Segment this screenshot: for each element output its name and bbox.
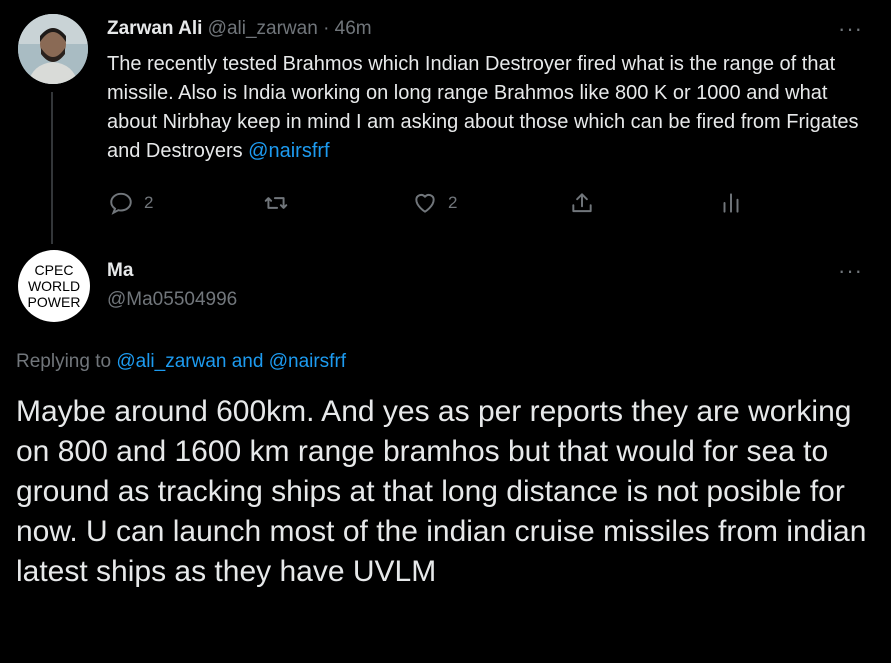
retweet-icon — [264, 197, 288, 209]
like-button[interactable]: 2 — [412, 190, 457, 216]
avatar-zarwan-ali[interactable] — [18, 14, 88, 84]
tweet1-body: The recently tested Brahmos which Indian… — [107, 53, 859, 162]
avatar-text-line3: POWER — [27, 294, 81, 310]
timestamp[interactable]: 46m — [335, 18, 372, 39]
reply-button[interactable]: 2 — [108, 190, 153, 216]
thread-line — [51, 92, 53, 244]
author-name[interactable]: Zarwan Ali — [107, 18, 202, 39]
author-name[interactable]: Ma — [107, 260, 133, 282]
more-icon: ··· — [838, 258, 863, 283]
avatar-ma[interactable]: CPEC WORLD POWER — [18, 250, 90, 322]
author-handle[interactable]: @Ma05504996 — [107, 289, 237, 311]
more-options-button[interactable]: ··· — [838, 16, 863, 42]
tweet2-text: Maybe around 600km. And yes as per repor… — [16, 395, 867, 588]
analytics-icon — [723, 193, 739, 213]
more-icon: ··· — [838, 16, 863, 41]
more-options-button[interactable]: ··· — [838, 258, 863, 284]
heart-icon — [415, 193, 435, 213]
replying-to: Replying to @ali_zarwan and @nairsfrf — [16, 351, 346, 373]
tweet1-header: Zarwan Ali @ali_zarwan · 46m — [107, 18, 372, 40]
mention-link[interactable]: @nairsfrf — [248, 140, 329, 162]
author-handle[interactable]: @ali_zarwan — [208, 18, 318, 39]
reply-icon — [110, 192, 132, 215]
retweet-button[interactable] — [262, 190, 290, 216]
separator: · — [323, 18, 330, 39]
avatar-text-line2: WORLD — [27, 278, 81, 294]
like-count: 2 — [448, 193, 458, 212]
replying-prefix: Replying to — [16, 351, 117, 372]
share-icon — [572, 193, 592, 213]
reply-count: 2 — [144, 193, 154, 212]
profile-photo-icon — [18, 14, 88, 84]
tweet1-text: The recently tested Brahmos which Indian… — [107, 50, 877, 166]
share-button[interactable] — [569, 190, 595, 216]
replying-to-links[interactable]: @ali_zarwan and @nairsfrf — [116, 351, 346, 372]
analytics-button[interactable] — [718, 190, 744, 216]
avatar-text-line1: CPEC — [34, 262, 74, 278]
